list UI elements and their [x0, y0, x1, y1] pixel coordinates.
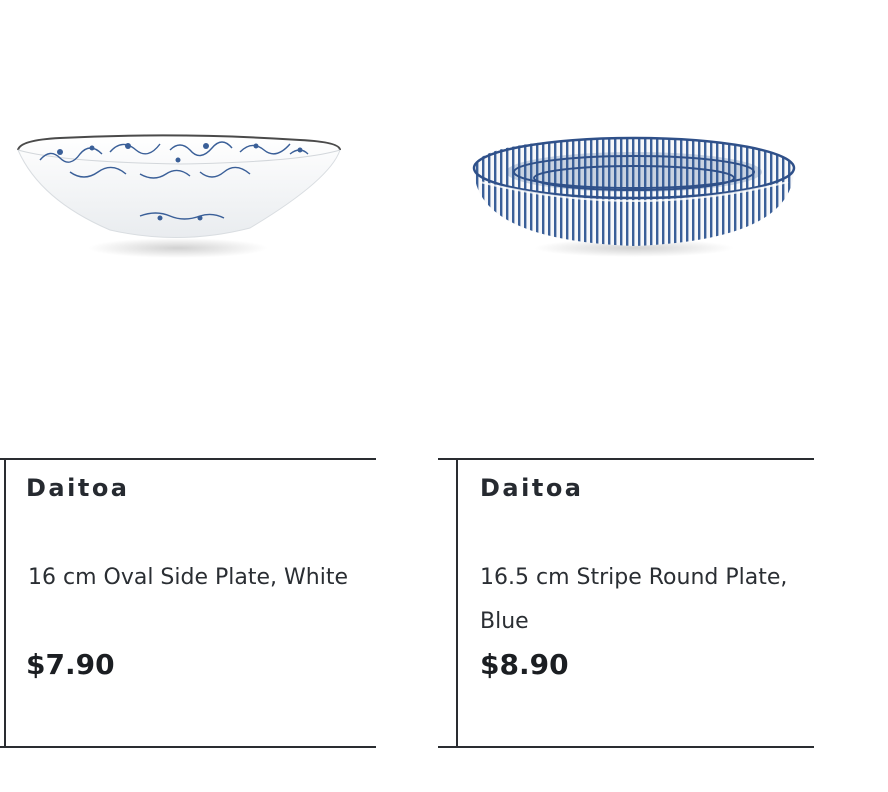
product-info[interactable]: Daitoa 16 cm Oval Side Plate, White $7.9…	[0, 458, 376, 748]
product-title[interactable]: 16.5 cm Stripe Round Plate, Blue	[480, 556, 800, 644]
product-card-stripe-round-plate[interactable]: Daitoa 16.5 cm Stripe Round Plate, Blue …	[438, 0, 850, 792]
product-image[interactable]	[440, 90, 850, 290]
stripe-plate-image	[472, 136, 796, 257]
product-price: $7.90	[26, 648, 115, 681]
product-brand: Daitoa	[480, 474, 584, 502]
product-price: $8.90	[480, 648, 569, 681]
card-border-left	[456, 458, 458, 748]
product-title[interactable]: 16 cm Oval Side Plate, White	[28, 556, 368, 600]
product-info[interactable]: Daitoa 16.5 cm Stripe Round Plate, Blue …	[438, 458, 814, 748]
card-border-left	[4, 458, 6, 748]
oval-plate-image	[17, 134, 341, 258]
product-brand: Daitoa	[26, 474, 130, 502]
product-card-oval-side-plate[interactable]: Daitoa 16 cm Oval Side Plate, White $7.9…	[0, 0, 410, 792]
product-image[interactable]	[0, 90, 410, 290]
